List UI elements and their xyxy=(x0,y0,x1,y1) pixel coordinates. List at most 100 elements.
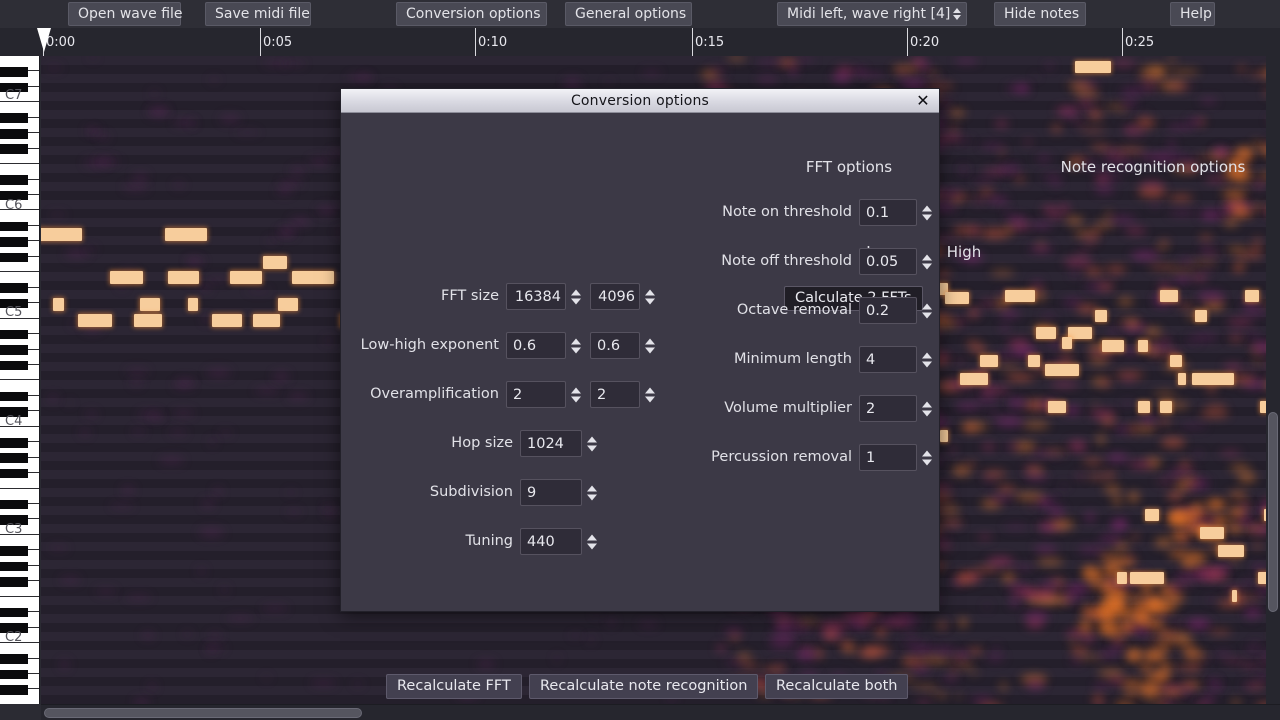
recalculate-both-button[interactable]: Recalculate both xyxy=(765,674,909,699)
detected-note-block[interactable] xyxy=(1245,290,1259,302)
minimum-length-value[interactable] xyxy=(860,347,916,372)
subdivision-stepper[interactable] xyxy=(587,485,597,500)
percussion-removal-stepper[interactable] xyxy=(922,450,932,465)
midi-note-block[interactable] xyxy=(78,314,112,327)
vertical-scrollbar-thumb[interactable] xyxy=(1268,412,1278,612)
playhead-marker[interactable] xyxy=(37,28,51,52)
detected-note-block[interactable] xyxy=(980,355,998,367)
detected-note-block[interactable] xyxy=(1117,572,1127,584)
midi-note-block[interactable] xyxy=(212,314,242,327)
detected-note-block[interactable] xyxy=(1232,590,1237,602)
tuning-input[interactable] xyxy=(520,528,597,555)
piano-black-key[interactable] xyxy=(0,453,28,463)
piano-black-key[interactable] xyxy=(0,669,28,680)
midi-note-block[interactable] xyxy=(53,298,64,311)
piano-keyboard[interactable]: C7 C6 C5 C4 C3 C2 xyxy=(0,56,40,704)
midi-note-block[interactable] xyxy=(140,298,160,311)
piano-black-key[interactable] xyxy=(0,407,28,417)
detected-note-block[interactable] xyxy=(1048,401,1066,413)
detected-note-block[interactable] xyxy=(1028,355,1040,367)
detected-note-block[interactable] xyxy=(1160,401,1172,413)
low-high-exponent-high-input[interactable] xyxy=(590,332,655,359)
detected-note-block[interactable] xyxy=(1102,340,1124,352)
midi-note-block[interactable] xyxy=(165,228,207,241)
toolbar-button-help[interactable]: Help xyxy=(1170,2,1215,26)
timeline-ruler[interactable]: 0:00 0:05 0:10 0:15 0:20 0:25 xyxy=(0,28,1280,56)
volume-multiplier-value[interactable] xyxy=(860,396,916,421)
piano-black-key[interactable] xyxy=(0,175,28,185)
detected-note-block[interactable] xyxy=(1178,373,1186,385)
midi-note-block[interactable] xyxy=(263,256,287,269)
detected-note-block[interactable] xyxy=(1160,290,1178,302)
note-off-threshold-stepper[interactable] xyxy=(922,254,932,269)
piano-black-key[interactable] xyxy=(0,468,28,479)
piano-black-key[interactable] xyxy=(0,221,28,232)
midi-note-block[interactable] xyxy=(168,271,199,284)
overamplification-high-stepper[interactable] xyxy=(645,387,655,402)
piano-black-key[interactable] xyxy=(0,576,28,587)
midi-note-block[interactable] xyxy=(41,228,82,241)
toolbar-button-conversion-options[interactable]: Conversion options xyxy=(396,2,547,26)
note-off-threshold-input[interactable] xyxy=(859,248,932,275)
hop-size-stepper[interactable] xyxy=(587,436,597,451)
octave-removal-input[interactable] xyxy=(859,297,932,324)
detected-note-block[interactable] xyxy=(1195,310,1207,322)
recalculate-note-recognition-button[interactable]: Recalculate note recognition xyxy=(529,674,759,699)
close-icon[interactable]: ✕ xyxy=(913,91,933,111)
low-high-exponent-high-value[interactable] xyxy=(591,333,639,358)
piano-black-key[interactable] xyxy=(0,67,28,77)
fft-size-low-stepper[interactable] xyxy=(571,289,581,304)
piano-black-key[interactable] xyxy=(0,237,28,247)
note-on-threshold-value[interactable] xyxy=(860,200,916,225)
overamplification-high-input[interactable] xyxy=(590,381,655,408)
piano-black-key[interactable] xyxy=(0,128,28,139)
note-off-threshold-value[interactable] xyxy=(860,249,916,274)
detected-note-block[interactable] xyxy=(1045,364,1079,376)
midi-note-block[interactable] xyxy=(292,271,334,284)
fft-size-low-input[interactable] xyxy=(506,283,581,310)
toolbar-button-save-midi-file[interactable]: Save midi file xyxy=(205,2,311,26)
volume-multiplier-input[interactable] xyxy=(859,395,932,422)
overamplification-high-value[interactable] xyxy=(591,382,639,407)
subdivision-value[interactable] xyxy=(521,480,581,505)
detected-note-block[interactable] xyxy=(1138,340,1148,352)
piano-black-key[interactable] xyxy=(0,499,28,510)
piano-black-key[interactable] xyxy=(0,391,28,402)
low-high-exponent-low-input[interactable] xyxy=(506,332,581,359)
piano-black-key[interactable] xyxy=(0,654,28,664)
piano-black-key[interactable] xyxy=(0,252,28,263)
piano-black-key[interactable] xyxy=(0,685,28,695)
recalculate-fft-button[interactable]: Recalculate FFT xyxy=(386,674,522,699)
midi-note-block[interactable] xyxy=(278,298,298,311)
detected-note-block[interactable] xyxy=(1138,401,1150,413)
piano-black-key[interactable] xyxy=(0,329,28,340)
piano-black-key[interactable] xyxy=(0,113,28,124)
overamplification-low-input[interactable] xyxy=(506,381,581,408)
octave-removal-stepper[interactable] xyxy=(922,303,932,318)
piano-black-key[interactable] xyxy=(0,561,28,572)
overamplification-low-stepper[interactable] xyxy=(571,387,581,402)
detected-note-block[interactable] xyxy=(940,430,948,442)
octave-removal-value[interactable] xyxy=(860,298,916,323)
piano-black-key[interactable] xyxy=(0,437,28,448)
detected-note-block[interactable] xyxy=(1075,61,1111,73)
piano-black-key[interactable] xyxy=(0,283,28,293)
detected-note-block[interactable] xyxy=(1145,509,1159,521)
view-mode-select[interactable]: Midi left, wave right [4] xyxy=(777,2,967,26)
hop-size-value[interactable] xyxy=(521,431,581,456)
piano-black-key[interactable] xyxy=(0,360,28,371)
detected-note-block[interactable] xyxy=(1036,327,1056,339)
piano-black-key[interactable] xyxy=(0,345,28,355)
overamplification-low-value[interactable] xyxy=(507,382,565,407)
low-high-exponent-low-value[interactable] xyxy=(507,333,565,358)
detected-note-block[interactable] xyxy=(1170,355,1182,367)
chevron-updown-icon[interactable] xyxy=(953,8,961,20)
horizontal-scrollbar-thumb[interactable] xyxy=(44,708,362,718)
detected-note-block[interactable] xyxy=(945,292,969,304)
fft-size-high-input[interactable] xyxy=(590,283,655,310)
piano-black-key[interactable] xyxy=(0,82,28,93)
piano-black-key[interactable] xyxy=(0,607,28,618)
piano-black-key[interactable] xyxy=(0,298,28,309)
hop-size-input[interactable] xyxy=(520,430,597,457)
detected-note-block[interactable] xyxy=(1200,527,1224,539)
